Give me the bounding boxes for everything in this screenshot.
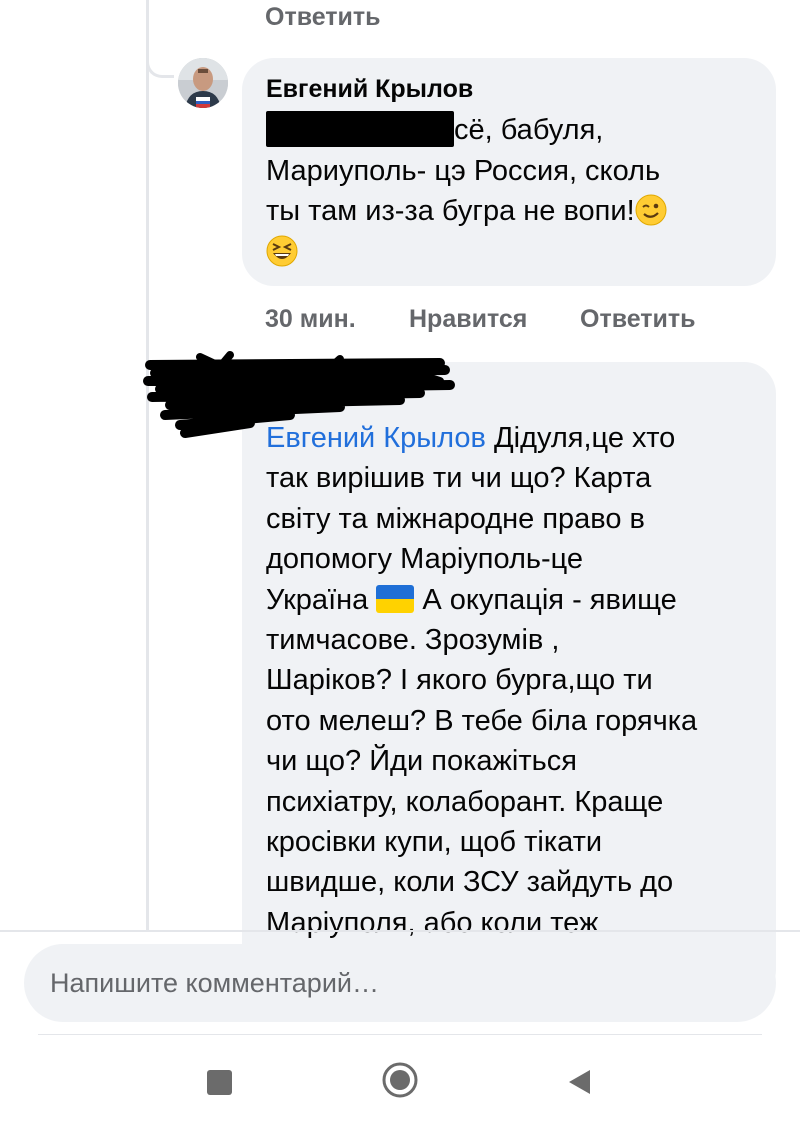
ukraine-flag-icon xyxy=(376,584,415,613)
comment-text-line: ты там из-за бугра не вопи! xyxy=(266,195,635,227)
comment-text-line: ото мелеш? В тебе біла горячка xyxy=(266,704,698,737)
comment-text-line: допомогу Маріуполь-це xyxy=(266,543,584,576)
comment-text-line: Шаріков? І якого бурга,що ти xyxy=(266,664,653,697)
thread-connector-curve xyxy=(146,30,174,78)
like-button[interactable]: Нравится xyxy=(409,305,527,334)
comment-text-line: кросівки купи, щоб тікати xyxy=(266,826,603,859)
user-photo-icon xyxy=(178,58,228,108)
comment-text-line: швидше, коли ЗСУ зайдуть до xyxy=(266,866,674,899)
redaction-scribble xyxy=(143,351,455,438)
back-button[interactable] xyxy=(566,1068,592,1096)
comment-time: 30 мин. xyxy=(265,305,356,333)
thread-connector-line xyxy=(146,0,149,930)
back-triangle-icon xyxy=(569,1070,590,1094)
avatar[interactable] xyxy=(178,58,228,108)
recents-button[interactable] xyxy=(207,1070,232,1095)
comment-bubble: Евгений Крылов Дідуля,це хто так вирішив… xyxy=(242,362,776,1002)
home-circle-icon xyxy=(382,1062,418,1098)
composer-divider xyxy=(0,930,800,932)
home-button[interactable] xyxy=(381,1061,419,1099)
comment-text-line: Мариуполь- цэ Россия, сколь xyxy=(266,154,661,187)
comment-input[interactable]: Напишите комментарий… xyxy=(24,944,776,1022)
comment-text-line: світу та міжнародне право в xyxy=(266,502,645,535)
composer-bottom-divider xyxy=(38,1034,762,1035)
reply-button-previous[interactable]: Ответить xyxy=(265,3,381,32)
comment-text-line: чи що? Йди покажіться xyxy=(266,745,577,778)
comment-author[interactable]: Евгений Крылов xyxy=(266,72,754,106)
comment-text-line: психіатру, колаборант. Краще xyxy=(266,785,664,818)
comment-text-line: А окупація - явище xyxy=(414,583,677,616)
comment-text: сё, бабуля, Мариуполь- цэ Россия, сколь … xyxy=(266,110,754,272)
winking-face-icon xyxy=(635,194,667,226)
comment-text-line: Маріуполя, або коли теж xyxy=(266,906,599,939)
grinning-squinting-face-icon xyxy=(266,235,298,267)
comment-text-line: так вирішив ти чи що? Карта xyxy=(266,462,652,495)
redaction-mark xyxy=(266,111,454,147)
comment-text-line: тимчасове. Зрозумів , xyxy=(266,624,560,657)
reply-button[interactable]: Ответить xyxy=(580,305,696,334)
comment-text-line: Дідуля,це хто xyxy=(485,422,676,454)
comment-bubble: Евгений Крылов сё, бабуля, Мариуполь- цэ… xyxy=(242,58,776,286)
comments-screen: Ответить Евгений Крылов сё, бабуля, Мари… xyxy=(0,0,800,1129)
comment-text: Евгений Крылов Дідуля,це хто так вирішив… xyxy=(266,418,754,943)
comment-text-line: сё, бабуля, xyxy=(454,114,604,146)
comment-input-placeholder: Напишите комментарий… xyxy=(50,967,379,998)
system-navigation-bar xyxy=(0,1040,800,1129)
comment-text-line: Україна xyxy=(266,583,377,616)
